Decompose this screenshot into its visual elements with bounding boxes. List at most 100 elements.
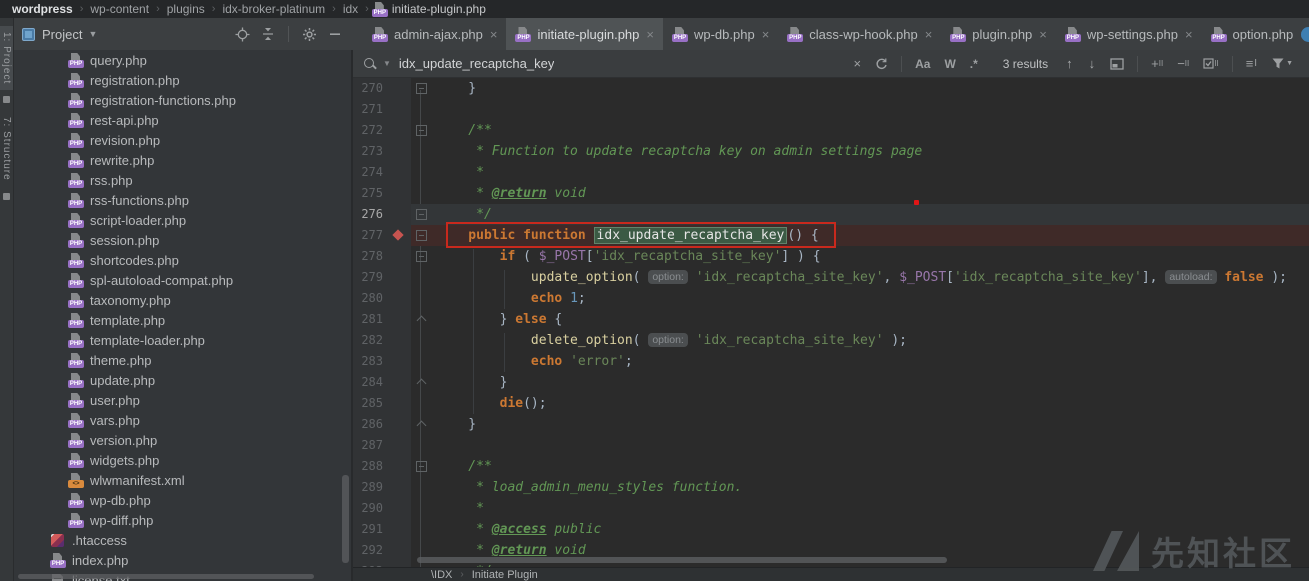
code-line-274[interactable]: 274 *	[353, 162, 1309, 183]
tool-window-button-project[interactable]: 1: Project	[0, 26, 13, 90]
fold-marker-icon[interactable]	[411, 204, 431, 225]
search-icon[interactable]	[363, 57, 377, 71]
tab-wp-db.php[interactable]: PHPwp-db.php×	[663, 18, 778, 50]
code-line-270[interactable]: 270 }	[353, 78, 1309, 99]
code-line-281[interactable]: 281 } else {	[353, 309, 1309, 330]
fold-marker-icon[interactable]	[411, 120, 431, 141]
tree-vertical-scrollbar[interactable]	[342, 475, 349, 563]
fold-marker-icon[interactable]	[411, 78, 431, 99]
breakpoint-diamond-icon[interactable]	[392, 229, 403, 240]
tree-item-.htaccess[interactable]: .htaccess	[14, 530, 351, 550]
tree-item-taxonomy.php[interactable]: PHPtaxonomy.php	[14, 290, 351, 310]
fold-marker-icon[interactable]	[411, 414, 431, 435]
code-line-288[interactable]: 288 /**	[353, 456, 1309, 477]
tree-item-wlwmanifest.xml[interactable]: <>wlwmanifest.xml	[14, 470, 351, 490]
hide-panel-icon[interactable]	[325, 24, 345, 44]
tree-item-session.php[interactable]: PHPsession.php	[14, 230, 351, 250]
locate-file-icon[interactable]	[232, 24, 252, 44]
close-icon[interactable]: ×	[490, 28, 498, 41]
code-lines[interactable]: 270 }271272 /**273 * Function to update …	[353, 78, 1309, 567]
code-line-285[interactable]: 285 die();	[353, 393, 1309, 414]
collapse-all-icon[interactable]	[258, 24, 278, 44]
code-line-289[interactable]: 289 * load_admin_menu_styles function.	[353, 477, 1309, 498]
tree-item-rss.php[interactable]: PHPrss.php	[14, 170, 351, 190]
tool-window-button-structure[interactable]: 7: Structure	[0, 111, 13, 187]
open-in-find-window-icon[interactable]	[1110, 58, 1124, 70]
breadcrumb-item[interactable]: idx-broker-platinum	[222, 2, 325, 16]
settings-gear-icon[interactable]	[299, 24, 319, 44]
close-icon[interactable]: ×	[646, 28, 654, 41]
close-icon[interactable]: ×	[762, 28, 770, 41]
fold-marker-icon[interactable]	[411, 372, 431, 393]
remove-occurrence-icon[interactable]: −II	[1177, 56, 1189, 71]
breadcrumb-item[interactable]: wordpress	[12, 2, 73, 16]
tab-initiate-plugin.php[interactable]: PHPinitiate-plugin.php×	[506, 18, 663, 50]
tab-admin-ajax.php[interactable]: PHPadmin-ajax.php×	[363, 18, 506, 50]
tree-item-wp-db.php[interactable]: PHPwp-db.php	[14, 490, 351, 510]
tree-item-rest-api.php[interactable]: PHPrest-api.php	[14, 110, 351, 130]
code-line-282[interactable]: 282 delete_option( option: 'idx_recaptch…	[353, 330, 1309, 351]
close-icon[interactable]: ×	[1185, 28, 1193, 41]
code-line-271[interactable]: 271	[353, 99, 1309, 120]
breadcrumb-item[interactable]: idx	[343, 2, 358, 16]
tree-item-wp-diff.php[interactable]: PHPwp-diff.php	[14, 510, 351, 530]
editor-horizontal-scrollbar[interactable]	[417, 557, 947, 563]
tree-item-widgets.php[interactable]: PHPwidgets.php	[14, 450, 351, 470]
tree-item-registration.php[interactable]: PHPregistration.php	[14, 70, 351, 90]
status-breadcrumb-item[interactable]: Initiate Plugin	[472, 569, 538, 581]
select-all-occurrences-icon[interactable]: II	[1203, 58, 1218, 69]
fold-marker-icon[interactable]	[411, 456, 431, 477]
code-line-283[interactable]: 283 echo 'error';	[353, 351, 1309, 372]
tree-item-template.php[interactable]: PHPtemplate.php	[14, 310, 351, 330]
clear-search-icon[interactable]: ×	[854, 56, 862, 71]
fold-marker-icon[interactable]	[411, 246, 431, 267]
tree-item-version.php[interactable]: PHPversion.php	[14, 430, 351, 450]
words-toggle[interactable]: W	[944, 57, 955, 71]
tree-item-revision.php[interactable]: PHPrevision.php	[14, 130, 351, 150]
tab-wp-settings.php[interactable]: PHPwp-settings.php×	[1056, 18, 1202, 50]
match-case-toggle[interactable]: Aa	[915, 57, 930, 71]
tree-item-template-loader.php[interactable]: PHPtemplate-loader.php	[14, 330, 351, 350]
search-input[interactable]: idx_update_recaptcha_key	[399, 56, 554, 71]
tab-class-wp-hook.php[interactable]: PHPclass-wp-hook.php×	[778, 18, 941, 50]
tree-item-theme.php[interactable]: PHPtheme.php	[14, 350, 351, 370]
previous-occurrence-icon[interactable]: ↑	[1066, 56, 1073, 71]
code-line-278[interactable]: 278 if ( $_POST['idx_recaptcha_site_key'…	[353, 246, 1309, 267]
tab-overflow-icon[interactable]	[1301, 27, 1309, 42]
filter-funnel-icon[interactable]: ▼	[1271, 57, 1293, 70]
code-line-284[interactable]: 284 }	[353, 372, 1309, 393]
search-again-icon[interactable]	[875, 57, 888, 70]
code-line-272[interactable]: 272 /**	[353, 120, 1309, 141]
code-line-273[interactable]: 273 * Function to update recaptcha key o…	[353, 141, 1309, 162]
code-line-275[interactable]: 275 * @return void	[353, 183, 1309, 204]
search-history-chevron-icon[interactable]: ▼	[383, 59, 391, 68]
code-line-286[interactable]: 286 }	[353, 414, 1309, 435]
code-line-287[interactable]: 287	[353, 435, 1309, 456]
status-breadcrumb-item[interactable]: \IDX	[431, 569, 452, 581]
next-occurrence-icon[interactable]: ↓	[1089, 56, 1096, 71]
regex-toggle[interactable]: .*	[970, 57, 978, 71]
add-occurrence-icon[interactable]: +II	[1151, 56, 1163, 71]
tree-item-registration-functions.php[interactable]: PHPregistration-functions.php	[14, 90, 351, 110]
code-line-290[interactable]: 290 *	[353, 498, 1309, 519]
filter-lines-icon[interactable]: ≡I	[1246, 56, 1257, 71]
close-icon[interactable]: ×	[1039, 28, 1047, 41]
tab-plugin.php[interactable]: PHPplugin.php×	[941, 18, 1056, 50]
chevron-down-icon[interactable]: ▼	[88, 29, 97, 39]
breadcrumb-item[interactable]: wp-content	[90, 2, 149, 16]
tree-item-query.php[interactable]: PHPquery.php	[14, 50, 351, 70]
code-line-280[interactable]: 280 echo 1;	[353, 288, 1309, 309]
close-icon[interactable]: ×	[925, 28, 933, 41]
tree-item-index.php[interactable]: PHPindex.php	[14, 550, 351, 570]
tree-item-update.php[interactable]: PHPupdate.php	[14, 370, 351, 390]
tree-item-vars.php[interactable]: PHPvars.php	[14, 410, 351, 430]
fold-marker-icon[interactable]	[411, 309, 431, 330]
tree-item-shortcodes.php[interactable]: PHPshortcodes.php	[14, 250, 351, 270]
breadcrumb-item[interactable]: initiate-plugin.php	[392, 2, 486, 16]
tree-item-spl-autoload-compat.php[interactable]: PHPspl-autoload-compat.php	[14, 270, 351, 290]
code-line-279[interactable]: 279 update_option( option: 'idx_recaptch…	[353, 267, 1309, 288]
tree-horizontal-scrollbar[interactable]	[18, 574, 314, 579]
code-editor[interactable]: 270 }271272 /**273 * Function to update …	[353, 78, 1309, 567]
tree-item-user.php[interactable]: PHPuser.php	[14, 390, 351, 410]
breadcrumb-item[interactable]: plugins	[167, 2, 205, 16]
